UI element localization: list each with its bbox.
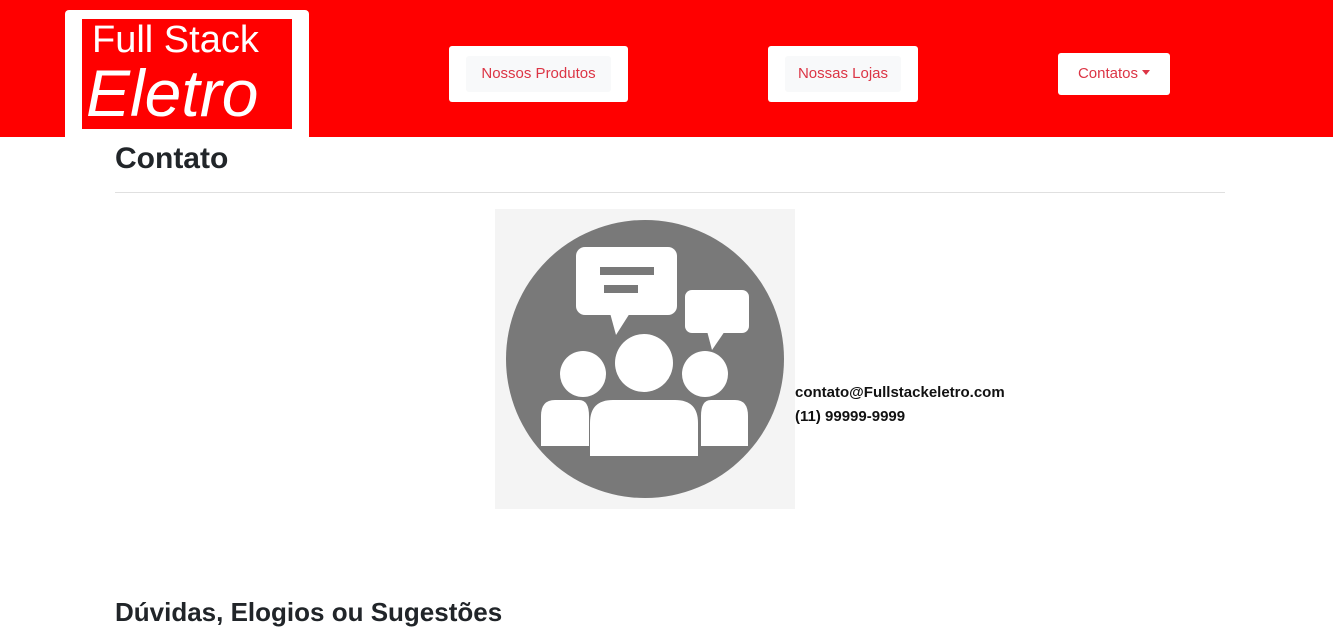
logo-card[interactable]: Full Stack Eletro	[65, 10, 309, 142]
nav-contacts-dropdown[interactable]: Contatos	[1058, 56, 1170, 92]
group-chat-icon	[495, 209, 795, 509]
nav-contacts-label: Contatos	[1077, 65, 1139, 82]
nav-stores-button[interactable]: Nossas Lojas	[785, 56, 901, 92]
brand-logo[interactable]: Full Stack Eletro	[82, 19, 292, 129]
caret-down-icon	[1142, 70, 1151, 75]
title-divider	[115, 192, 1225, 193]
nav-card-contacts: Contatos	[1058, 53, 1170, 95]
nav-card-stores: Nossas Lojas	[768, 46, 918, 102]
nav-card-products: Nossos Produtos	[449, 46, 628, 102]
contact-email[interactable]: contato@Fullstackeletro.com	[795, 381, 1005, 405]
page-title: Contato	[115, 142, 229, 175]
contact-image	[495, 209, 795, 509]
brand-logo-line2: Eletro	[86, 56, 259, 129]
brand-logo-line1: Full Stack	[92, 19, 259, 61]
nav-products-button[interactable]: Nossos Produtos	[466, 56, 611, 92]
feedback-section-title: Dúvidas, Elogios ou Sugestões	[115, 597, 503, 627]
site-header: Full Stack Eletro Nossos Produtos Nossas…	[0, 0, 1333, 142]
contact-phone[interactable]: (11) 99999-9999	[795, 405, 1005, 429]
contact-info: contato@Fullstackeletro.com (11) 99999-9…	[795, 381, 1005, 429]
